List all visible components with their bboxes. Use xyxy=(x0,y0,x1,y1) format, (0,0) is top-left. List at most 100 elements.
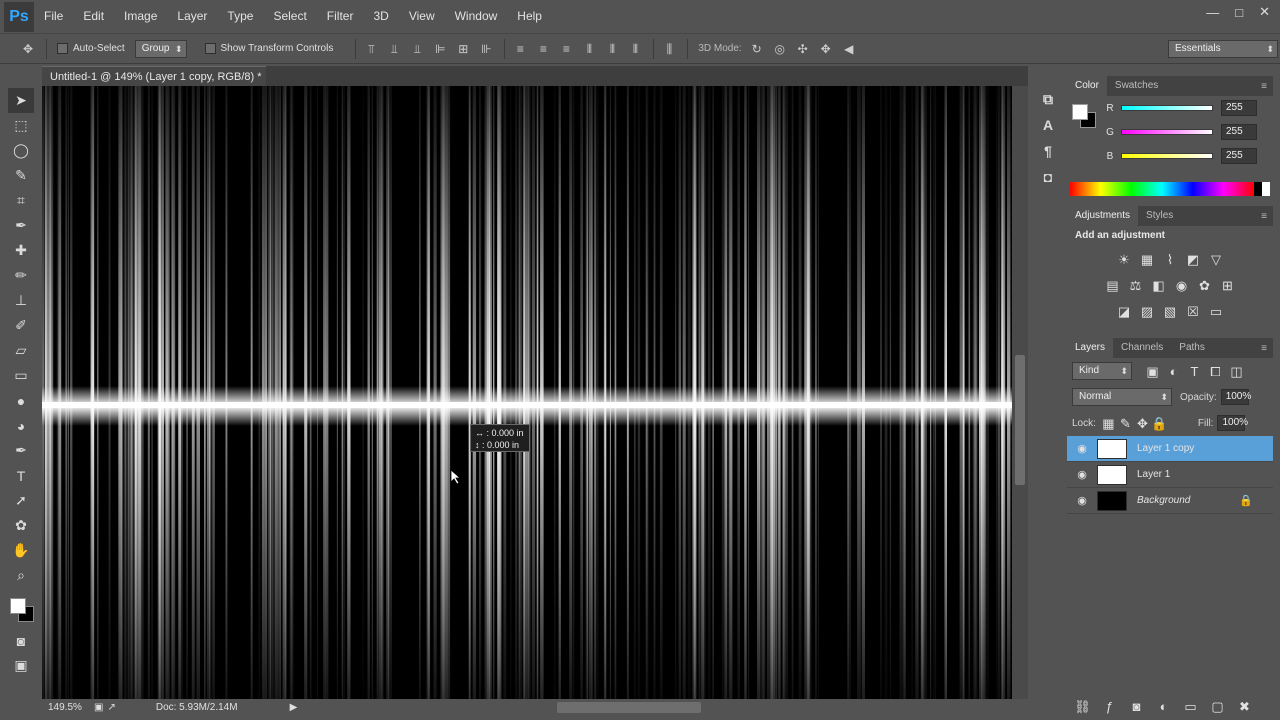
layer-name[interactable]: Background xyxy=(1137,495,1190,506)
exposure-icon[interactable]: ◩ xyxy=(1185,251,1202,268)
color-lookup-icon[interactable]: ⊞ xyxy=(1219,277,1236,294)
status-menu-arrow-icon[interactable]: ▶ xyxy=(290,702,298,713)
canvas[interactable] xyxy=(42,86,1012,699)
fill-input[interactable]: 100% xyxy=(1217,415,1248,431)
delete-layer-icon[interactable]: ✖ xyxy=(1236,698,1253,715)
3d-roll-icon[interactable]: ◎ xyxy=(772,41,788,57)
tab-styles[interactable]: Styles xyxy=(1138,206,1181,226)
blue-value-input[interactable]: 255 xyxy=(1221,148,1257,164)
menu-filter[interactable]: Filter xyxy=(317,0,364,33)
lock-all-icon[interactable]: 🔒 xyxy=(1151,415,1168,432)
color-balance-icon[interactable]: ⚖ xyxy=(1127,277,1144,294)
menu-window[interactable]: Window xyxy=(445,0,508,33)
align-hcenter-icon[interactable]: ⊞ xyxy=(455,41,471,57)
tab-adjustments[interactable]: Adjustments xyxy=(1067,206,1139,226)
selective-color-icon[interactable]: ☒ xyxy=(1185,303,1202,320)
threshold-icon[interactable]: ▧ xyxy=(1162,303,1179,320)
auto-select-target-dropdown[interactable]: Group xyxy=(134,39,187,58)
pen-tool-icon[interactable]: ✒ xyxy=(8,438,34,463)
gradient-tool-icon[interactable]: ▭ xyxy=(8,363,34,388)
layer-row[interactable]: ◉ Layer 1 xyxy=(1067,462,1273,488)
align-left-icon[interactable]: ⊫ xyxy=(432,41,448,57)
curves-icon[interactable]: ⌇ xyxy=(1162,251,1179,268)
menu-3d[interactable]: 3D xyxy=(363,0,398,33)
move-tool-icon[interactable]: ➤ xyxy=(8,88,34,113)
blend-mode-dropdown[interactable]: Normal xyxy=(1072,388,1172,406)
status-icon[interactable]: ▣ xyxy=(94,702,103,713)
lock-position-icon[interactable]: ✥ xyxy=(1134,415,1151,432)
filter-shape-icon[interactable]: ⧠ xyxy=(1207,363,1224,380)
brightness-contrast-icon[interactable]: ☀ xyxy=(1116,251,1133,268)
tab-channels[interactable]: Channels xyxy=(1113,338,1171,358)
crop-tool-icon[interactable]: ⌗ xyxy=(8,188,34,213)
dodge-tool-icon[interactable]: ◕ xyxy=(8,413,34,438)
zoom-tool-icon[interactable]: ⌕ xyxy=(8,563,34,588)
auto-align-icon[interactable]: ⫼ xyxy=(661,41,677,57)
menu-type[interactable]: Type xyxy=(217,0,263,33)
add-mask-icon[interactable]: ◙ xyxy=(1128,698,1145,715)
visibility-eye-icon[interactable]: ◉ xyxy=(1067,442,1097,455)
layer-row[interactable]: ◉ Layer 1 copy xyxy=(1067,436,1273,462)
filter-smart-object-icon[interactable]: ◫ xyxy=(1228,363,1245,380)
blue-slider[interactable] xyxy=(1121,153,1213,159)
screen-mode-icon[interactable]: ▣ xyxy=(8,653,34,678)
tab-color[interactable]: Color xyxy=(1067,76,1107,96)
auto-select-option[interactable]: Auto-Select xyxy=(57,43,125,54)
green-value-input[interactable]: 255 xyxy=(1221,124,1257,140)
layer-name[interactable]: Layer 1 xyxy=(1137,469,1170,480)
filter-pixel-icon[interactable]: ▣ xyxy=(1144,363,1161,380)
menu-help[interactable]: Help xyxy=(507,0,552,33)
tab-swatches[interactable]: Swatches xyxy=(1107,76,1166,96)
quick-select-tool-icon[interactable]: ✎ xyxy=(8,163,34,188)
zoom-level[interactable]: 149.5% xyxy=(48,702,88,713)
invert-icon[interactable]: ◪ xyxy=(1116,303,1133,320)
photo-filter-icon[interactable]: ◉ xyxy=(1173,277,1190,294)
align-top-icon[interactable]: ⫪ xyxy=(363,41,379,57)
paragraph-panel-icon[interactable]: ¶ xyxy=(1034,138,1062,164)
align-right-icon[interactable]: ⊪ xyxy=(478,41,494,57)
3d-scale-icon[interactable]: ◀ xyxy=(841,41,857,57)
new-adjustment-icon[interactable]: ◐ xyxy=(1155,698,1172,715)
menu-view[interactable]: View xyxy=(399,0,445,33)
vibrance-icon[interactable]: ▽ xyxy=(1208,251,1225,268)
quick-mask-icon[interactable]: ◙ xyxy=(8,628,34,653)
document-tab[interactable]: Untitled-1 @ 149% (Layer 1 copy, RGB/8) … xyxy=(42,66,266,103)
minimize-button[interactable]: — xyxy=(1206,5,1219,20)
path-select-tool-icon[interactable]: ➚ xyxy=(8,488,34,513)
menu-edit[interactable]: Edit xyxy=(73,0,114,33)
filter-adjustment-icon[interactable]: ◐ xyxy=(1165,363,1182,380)
hue-saturation-icon[interactable]: ▤ xyxy=(1104,277,1121,294)
lock-transparent-icon[interactable]: ▦ xyxy=(1100,415,1117,432)
align-bottom-icon[interactable]: ⫫ xyxy=(409,41,425,57)
layer-name[interactable]: Layer 1 copy xyxy=(1137,443,1194,454)
fx-icon[interactable]: ƒ xyxy=(1101,698,1118,715)
menu-file[interactable]: File xyxy=(34,0,73,33)
3d-pan-icon[interactable]: ✣ xyxy=(795,41,811,57)
eyedropper-tool-icon[interactable]: ✒ xyxy=(8,213,34,238)
maximize-button[interactable]: □ xyxy=(1235,5,1243,20)
transform-controls-option[interactable]: Show Transform Controls xyxy=(204,43,333,54)
link-layers-icon[interactable]: ⛓ xyxy=(1074,698,1091,715)
hand-tool-icon[interactable]: ✋ xyxy=(8,538,34,563)
character-panel-icon[interactable]: A xyxy=(1034,112,1062,138)
distribute-right-icon[interactable]: ⦀ xyxy=(627,41,643,57)
eraser-tool-icon[interactable]: ▱ xyxy=(8,338,34,363)
align-vcenter-icon[interactable]: ⫫ xyxy=(386,41,402,57)
transform-controls-checkbox[interactable] xyxy=(204,43,216,54)
panel-menu-icon[interactable]: ≡ xyxy=(1261,211,1267,222)
history-brush-tool-icon[interactable]: ✐ xyxy=(8,313,34,338)
3d-rotate-icon[interactable]: ↻ xyxy=(749,41,765,57)
red-value-input[interactable]: 255 xyxy=(1221,100,1257,116)
close-button[interactable]: ✕ xyxy=(1259,4,1270,20)
green-slider[interactable] xyxy=(1121,129,1213,135)
vertical-scroll-thumb[interactable] xyxy=(1015,355,1025,485)
black-white-icon[interactable]: ◧ xyxy=(1150,277,1167,294)
brush-tool-icon[interactable]: ✏ xyxy=(8,263,34,288)
horizontal-scroll-thumb[interactable] xyxy=(557,702,701,713)
red-slider[interactable] xyxy=(1121,105,1213,111)
color-fg-swatch[interactable] xyxy=(1072,104,1088,120)
lasso-tool-icon[interactable]: ◯ xyxy=(8,138,34,163)
panel-menu-icon[interactable]: ≡ xyxy=(1261,343,1267,354)
lock-pixels-icon[interactable]: ✎ xyxy=(1117,415,1134,432)
color-spectrum-bar[interactable] xyxy=(1070,182,1270,196)
